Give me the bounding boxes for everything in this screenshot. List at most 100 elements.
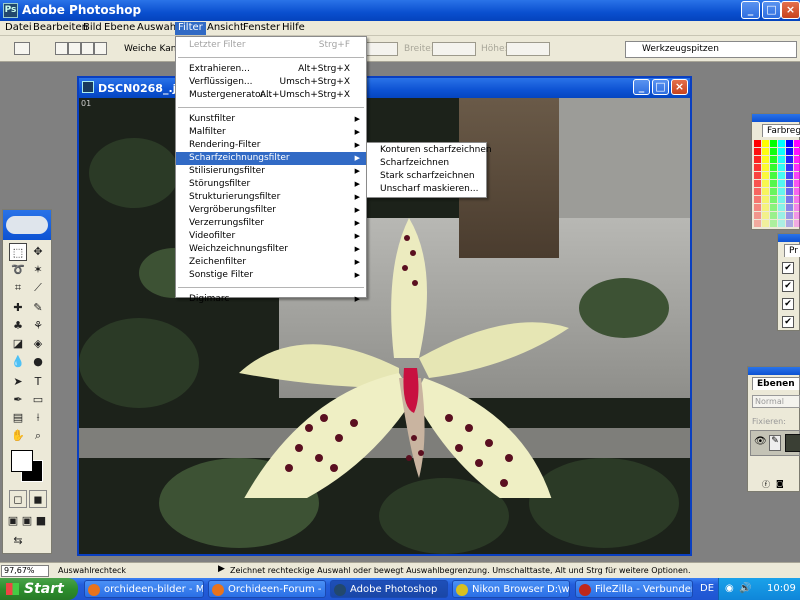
brush-tool-icon[interactable]: ✎	[29, 299, 47, 317]
color-swatch[interactable]	[778, 140, 785, 147]
pen-tool-icon[interactable]: ✒	[9, 391, 27, 409]
history-checkbox[interactable]: ✔	[782, 280, 794, 292]
color-swatch[interactable]	[762, 220, 769, 227]
submenu-item-konturen-scharfzeichnen[interactable]: Konturen scharfzeichnen	[367, 144, 492, 157]
color-swatch[interactable]	[754, 188, 761, 195]
color-swatch[interactable]	[770, 188, 777, 195]
taskbar-button-4[interactable]: Nikon Browser D:\wi...	[452, 580, 570, 598]
filter-menu-item-rendering-filter[interactable]: Rendering-Filter ▶	[176, 139, 366, 152]
tab-ebenen[interactable]: Ebenen	[752, 377, 800, 390]
color-swatch[interactable]	[794, 148, 800, 155]
color-swatch[interactable]	[778, 180, 785, 187]
jump-to-imageready-icon[interactable]: ⇆	[9, 532, 27, 550]
color-swatch[interactable]	[762, 188, 769, 195]
filter-menu-item-malfilter[interactable]: Malfilter ▶	[176, 126, 366, 139]
color-swatch[interactable]	[762, 148, 769, 155]
start-button[interactable]: Start	[0, 578, 78, 600]
color-swatch[interactable]	[786, 156, 793, 163]
doc-close-button[interactable]: ×	[671, 79, 688, 95]
play-arrow-icon[interactable]: ▶	[218, 564, 225, 574]
color-swatch[interactable]	[762, 204, 769, 211]
language-indicator[interactable]: DE	[700, 578, 714, 600]
color-swatch[interactable]	[762, 172, 769, 179]
paint-bucket-tool-icon[interactable]: ◈	[29, 335, 47, 353]
color-swatch[interactable]	[762, 180, 769, 187]
minimize-button[interactable]: _	[741, 1, 760, 19]
history-brush-tool-icon[interactable]: ⚘	[29, 317, 47, 335]
color-swatch[interactable]	[754, 212, 761, 219]
menu-fenster[interactable]: Fenster	[240, 22, 283, 35]
color-swatch[interactable]	[770, 156, 777, 163]
color-swatch[interactable]	[794, 196, 800, 203]
path-selection-tool-icon[interactable]: ➤	[9, 373, 27, 391]
color-swatch[interactable]	[794, 204, 800, 211]
color-swatch[interactable]	[754, 156, 761, 163]
shape-tool-icon[interactable]: ▭	[29, 391, 47, 409]
type-tool-icon[interactable]: T	[29, 373, 47, 391]
add-selection-icon[interactable]	[68, 42, 81, 55]
color-swatch[interactable]	[762, 140, 769, 147]
color-swatch[interactable]	[762, 196, 769, 203]
swatches-grid[interactable]	[754, 140, 800, 228]
layer-mask-icon[interactable]: ◙	[776, 479, 784, 488]
foreground-color-swatch[interactable]	[11, 450, 33, 472]
color-swatch[interactable]	[778, 156, 785, 163]
move-tool-icon[interactable]: ✥	[29, 243, 47, 261]
taskbar-button-1[interactable]: orchideen-bilder - M...	[84, 580, 204, 598]
color-swatch[interactable]	[770, 148, 777, 155]
taskbar-button-2[interactable]: Orchideen-Forum - ...	[208, 580, 326, 598]
hoehe-input[interactable]	[506, 42, 550, 56]
zoom-field[interactable]: 97,67%	[1, 565, 49, 577]
color-swatch[interactable]	[794, 220, 800, 227]
new-selection-icon[interactable]	[55, 42, 68, 55]
screen-mode-full-icon[interactable]: ■	[34, 512, 48, 530]
color-swatch[interactable]	[794, 212, 800, 219]
color-swatch[interactable]	[754, 180, 761, 187]
magic-wand-tool-icon[interactable]: ✶	[29, 261, 47, 279]
submenu-item-scharfzeichnen[interactable]: Scharfzeichnen	[367, 157, 486, 170]
intersect-selection-icon[interactable]	[94, 42, 107, 55]
color-swatch[interactable]	[754, 204, 761, 211]
color-swatch[interactable]	[770, 212, 777, 219]
visibility-eye-icon[interactable]: 👁	[754, 436, 767, 447]
history-checkbox[interactable]: ✔	[782, 262, 794, 274]
filter-menu-item-videofilter[interactable]: Videofilter ▶	[176, 230, 366, 243]
healing-brush-tool-icon[interactable]: ✚	[9, 299, 27, 317]
tab-farbregler[interactable]: Farbregler	[762, 124, 800, 137]
palette-well-werkzeugspitzen[interactable]: Werkzeugspitzen	[625, 41, 797, 58]
history-checkbox[interactable]: ✔	[782, 298, 794, 310]
filter-menu-item-verflüssigen[interactable]: Verflüssigen... Umsch+Strg+X	[176, 76, 366, 89]
color-swatch[interactable]	[794, 156, 800, 163]
doc-maximize-button[interactable]: □	[652, 79, 669, 95]
color-swatch[interactable]	[778, 204, 785, 211]
blend-mode-dropdown[interactable]: Normal	[752, 395, 800, 408]
color-swatch[interactable]	[770, 196, 777, 203]
layer-style-icon[interactable]: ⓕ	[762, 479, 770, 490]
notes-tool-icon[interactable]: ▤	[9, 409, 27, 427]
color-swatch[interactable]	[778, 220, 785, 227]
color-swatch[interactable]	[786, 180, 793, 187]
color-palette-header[interactable]	[752, 114, 800, 122]
clone-stamp-tool-icon[interactable]: ♣	[9, 317, 27, 335]
color-swatch[interactable]	[762, 164, 769, 171]
lasso-tool-icon[interactable]: ➰	[9, 261, 27, 279]
filter-menu-item-zeichenfilter[interactable]: Zeichenfilter ▶	[176, 256, 366, 269]
color-swatch[interactable]	[778, 212, 785, 219]
dodge-tool-icon[interactable]: ●	[29, 353, 47, 371]
eyedropper-tool-icon[interactable]: ⟊	[29, 409, 47, 427]
color-swatch[interactable]	[778, 188, 785, 195]
screen-mode-full-menu-icon[interactable]: ▣	[20, 512, 34, 530]
color-swatch[interactable]	[786, 220, 793, 227]
color-swatch[interactable]	[778, 172, 785, 179]
layer-row[interactable]: 👁 ✎	[750, 430, 800, 456]
quick-mask-mode-icon[interactable]: ◼	[29, 490, 47, 508]
tray-icon-volume[interactable]: 🔊	[739, 578, 751, 600]
color-swatch[interactable]	[794, 180, 800, 187]
submenu-item-unscharf-maskieren[interactable]: Unscharf maskieren...	[367, 183, 486, 196]
rectangular-marquee-tool-icon[interactable]: ⬚	[9, 243, 27, 261]
layers-palette-header[interactable]	[748, 367, 800, 375]
tray-icon-network[interactable]: ◉	[725, 578, 734, 600]
breite-input[interactable]	[432, 42, 476, 56]
history-palette-header[interactable]	[778, 234, 800, 242]
filter-menu-item-sonstige-filter[interactable]: Sonstige Filter ▶	[176, 269, 366, 282]
